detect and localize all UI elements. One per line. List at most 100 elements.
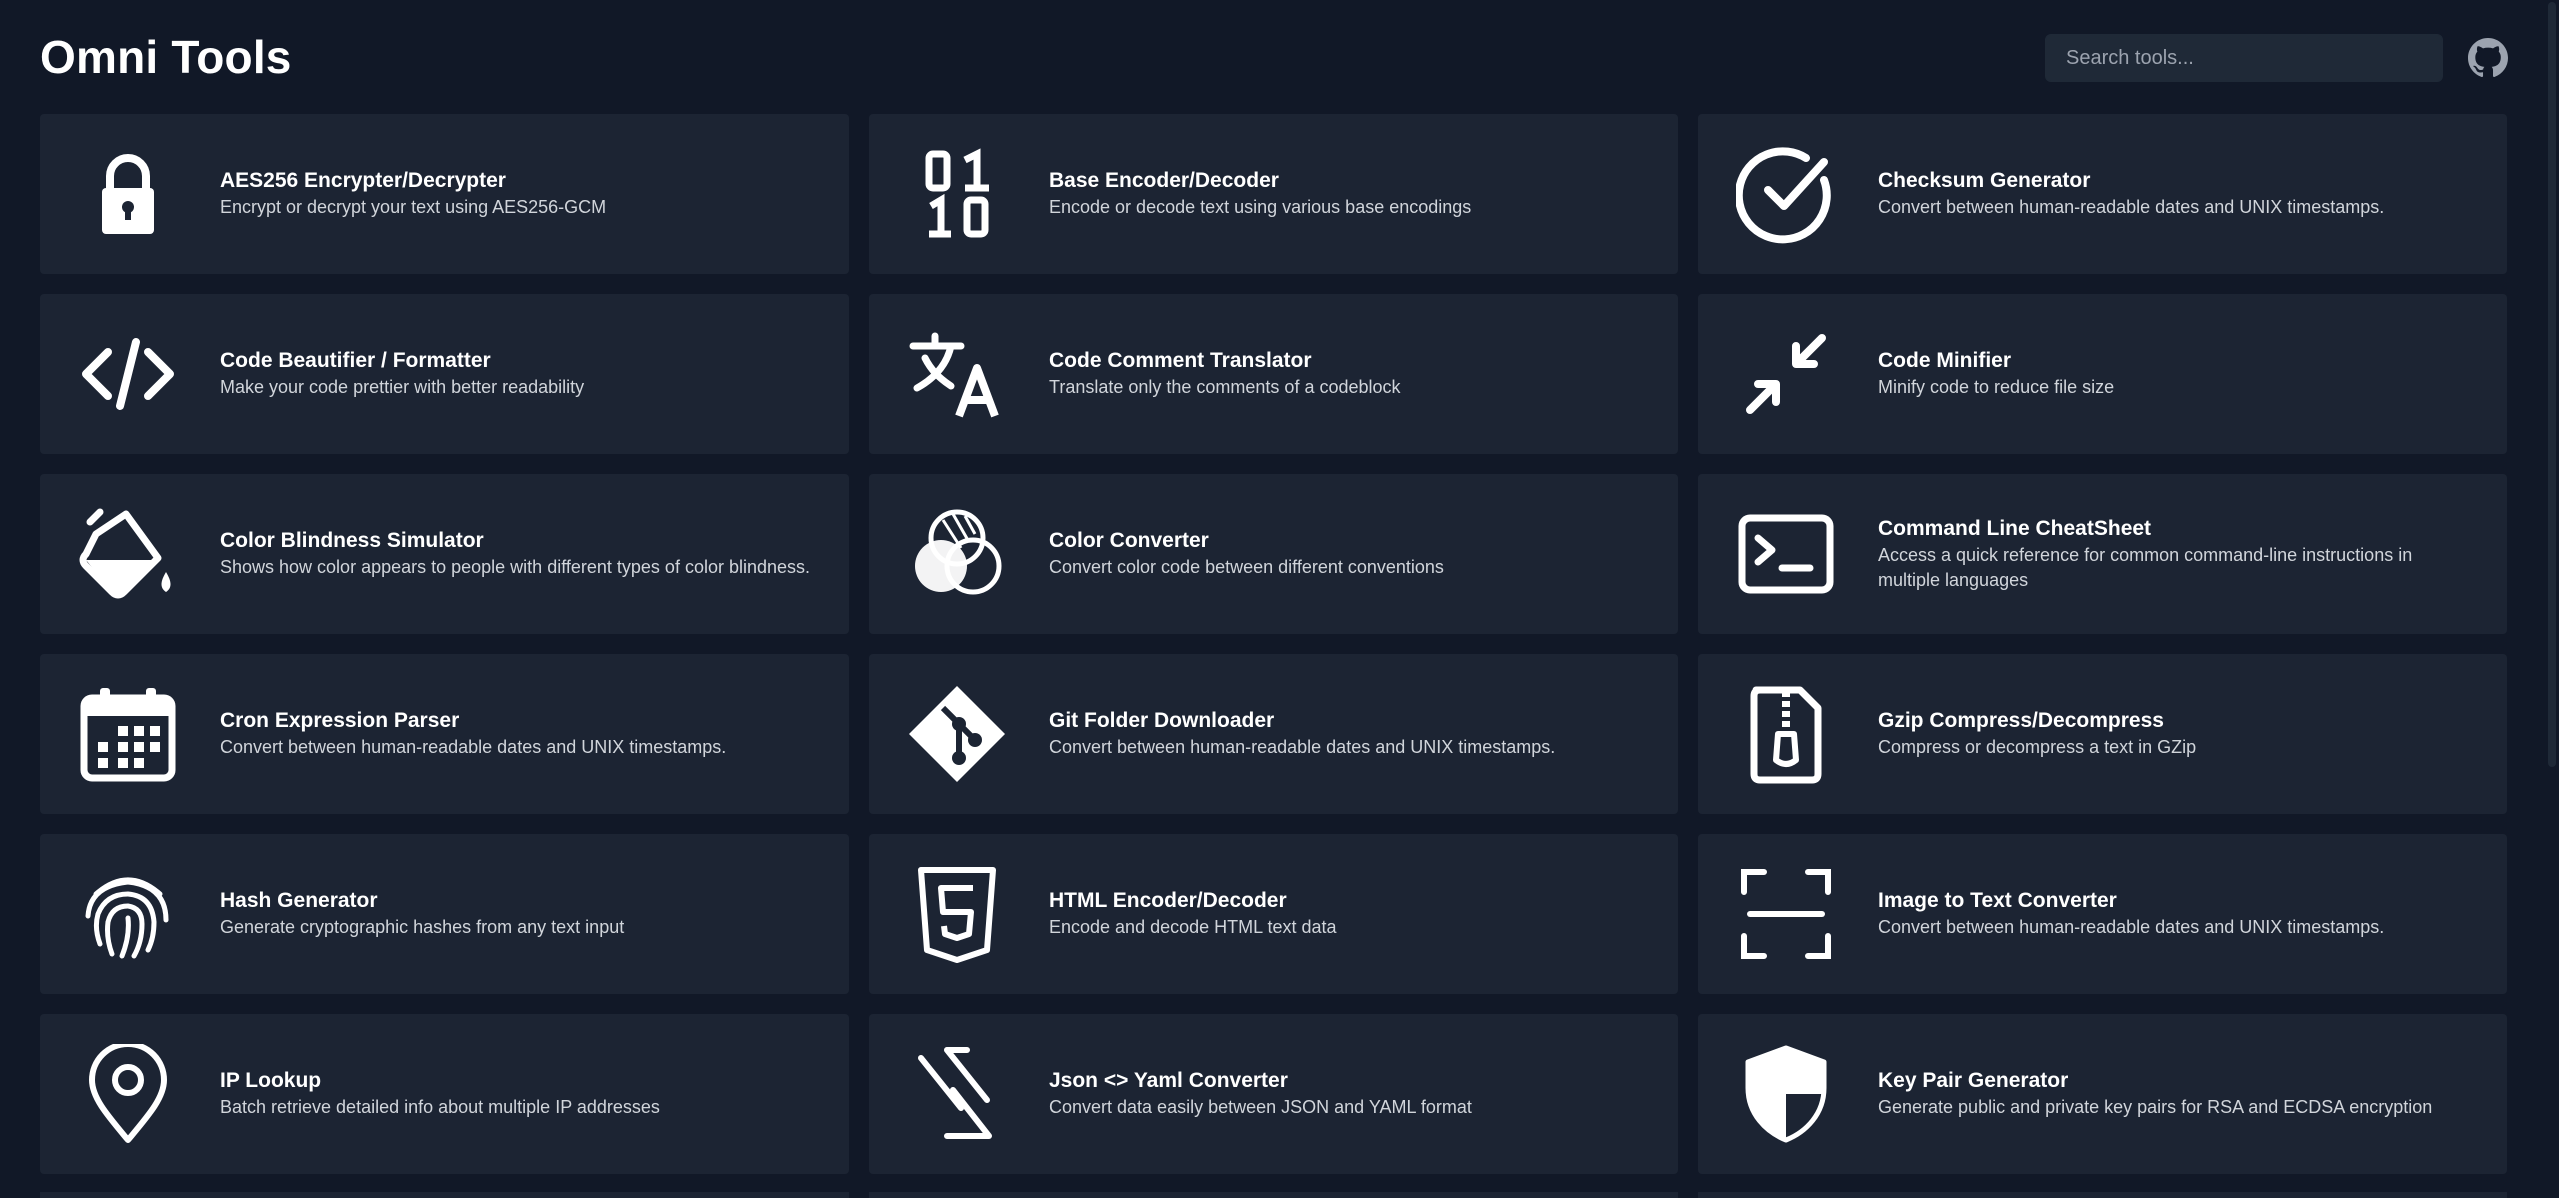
tool-card-text: HTML Encoder/Decoder Encode and decode HT…: [1049, 834, 1648, 994]
tool-card-text: Color Blindness Simulator Shows how color…: [220, 474, 819, 634]
binary-icon: [907, 144, 1007, 244]
color-circles-icon: [907, 504, 1007, 604]
tool-name: Gzip Compress/Decompress: [1878, 709, 2164, 732]
tool-card[interactable]: Color Converter Convert color code betwee…: [869, 474, 1678, 634]
tool-name: Base Encoder/Decoder: [1049, 169, 1279, 192]
next-row-card-edge: [1698, 1192, 2507, 1198]
paint-bucket-icon: [78, 504, 178, 604]
tool-description: Convert data easily between JSON and YAM…: [1049, 1097, 1472, 1117]
tool-name: Git Folder Downloader: [1049, 709, 1275, 732]
lock-icon: [78, 144, 178, 244]
tool-card[interactable]: Color Blindness Simulator Shows how color…: [40, 474, 849, 634]
tool-name: Key Pair Generator: [1878, 1069, 2069, 1092]
tool-card-text: AES256 Encrypter/Decrypter Encrypt or dec…: [220, 114, 819, 274]
tool-card[interactable]: Key Pair Generator Generate public and pr…: [1698, 1014, 2507, 1174]
check-circle-icon: [1736, 144, 1836, 244]
scrollbar-thumb[interactable]: [2548, 2, 2556, 767]
tool-card[interactable]: Command Line CheatSheet Access a quick re…: [1698, 474, 2507, 634]
git-icon: [907, 684, 1007, 784]
tool-name: Cron Expression Parser: [220, 709, 460, 732]
tool-card-text: Hash Generator Generate cryptographic has…: [220, 834, 819, 994]
search-input[interactable]: [2045, 34, 2443, 82]
tool-description: Compress or decompress a text in GZip: [1878, 737, 2197, 757]
tool-card-text: Code Beautifier / Formatter Make your cod…: [220, 294, 819, 454]
tool-card[interactable]: Hash Generator Generate cryptographic has…: [40, 834, 849, 994]
tool-card[interactable]: AES256 Encrypter/Decrypter Encrypt or dec…: [40, 114, 849, 274]
tool-card-text: IP Lookup Batch retrieve detailed info ab…: [220, 1014, 819, 1174]
tool-name: HTML Encoder/Decoder: [1049, 889, 1287, 912]
tool-card-text: Base Encoder/Decoder Encode or decode tex…: [1049, 114, 1648, 274]
translate-icon: [907, 324, 1007, 424]
tool-description: Encrypt or decrypt your text using AES25…: [220, 197, 607, 217]
tool-card[interactable]: Git Folder Downloader Convert between hum…: [869, 654, 1678, 814]
tool-name: AES256 Encrypter/Decrypter: [220, 169, 506, 192]
tool-description: Convert between human-readable dates and…: [220, 737, 727, 757]
tool-name: Color Converter: [1049, 529, 1209, 552]
tool-card-text: Json <> Yaml Converter Convert data easil…: [1049, 1014, 1648, 1174]
tool-card[interactable]: Base Encoder/Decoder Encode or decode tex…: [869, 114, 1678, 274]
tool-card[interactable]: Json <> Yaml Converter Convert data easil…: [869, 1014, 1678, 1174]
tool-card[interactable]: Code Beautifier / Formatter Make your cod…: [40, 294, 849, 454]
tool-name: Color Blindness Simulator: [220, 529, 484, 552]
tool-description: Translate only the comments of a codeblo…: [1049, 377, 1401, 397]
tool-description: Minify code to reduce file size: [1878, 377, 2115, 397]
tool-name: Json <> Yaml Converter: [1049, 1069, 1288, 1092]
tool-card[interactable]: HTML Encoder/Decoder Encode and decode HT…: [869, 834, 1678, 994]
header: Omni Tools: [40, 28, 2508, 88]
tool-card-text: Gzip Compress/Decompress Compress or deco…: [1878, 654, 2477, 814]
tool-card-text: Color Converter Convert color code betwee…: [1049, 474, 1648, 634]
tool-card-text: Code Minifier Minify code to reduce file …: [1878, 294, 2477, 454]
location-pin-icon: [78, 1044, 178, 1144]
tool-card-text: Checksum Generator Convert between human-…: [1878, 114, 2477, 274]
tool-card[interactable]: Gzip Compress/Decompress Compress or deco…: [1698, 654, 2507, 814]
tool-card[interactable]: Image to Text Converter Convert between h…: [1698, 834, 2507, 994]
tool-card-text: Command Line CheatSheet Access a quick re…: [1878, 474, 2477, 634]
tool-description: Generate public and private key pairs fo…: [1878, 1097, 2433, 1117]
tool-description: Batch retrieve detailed info about multi…: [220, 1097, 660, 1117]
tool-card-text: Image to Text Converter Convert between h…: [1878, 834, 2477, 994]
tool-card[interactable]: Checksum Generator Convert between human-…: [1698, 114, 2507, 274]
minimize-arrows-icon: [1736, 324, 1836, 424]
tool-description: Make your code prettier with better read…: [220, 377, 585, 397]
tool-description: Generate cryptographic hashes from any t…: [220, 917, 625, 937]
tool-card[interactable]: IP Lookup Batch retrieve detailed info ab…: [40, 1014, 849, 1174]
tool-card-text: Cron Expression Parser Convert between hu…: [220, 654, 819, 814]
tools-grid: AES256 Encrypter/Decrypter Encrypt or dec…: [40, 114, 2507, 1174]
tool-name: Checksum Generator: [1878, 169, 2091, 192]
tool-description: Convert between human-readable dates and…: [1878, 197, 2385, 217]
github-icon[interactable]: [2468, 38, 2508, 78]
tool-name: Code Minifier: [1878, 349, 2012, 372]
tool-card[interactable]: Code Comment Translator Translate only th…: [869, 294, 1678, 454]
tool-description: Shows how color appears to people with d…: [220, 557, 811, 577]
page-title: Omni Tools: [40, 31, 292, 83]
tool-description: Convert between human-readable dates and…: [1878, 917, 2385, 937]
scrollbar[interactable]: [2545, 0, 2559, 1198]
calendar-icon: [78, 684, 178, 784]
tool-name: Hash Generator: [220, 889, 378, 912]
scan-icon: [1736, 864, 1836, 964]
fingerprint-icon: [78, 864, 178, 964]
code-icon: [78, 324, 178, 424]
shield-icon: [1736, 1044, 1836, 1144]
next-row-card-edge: [869, 1192, 1678, 1198]
next-row-card-edge: [40, 1192, 849, 1198]
zip-file-icon: [1736, 684, 1836, 784]
tool-card[interactable]: Code Minifier Minify code to reduce file …: [1698, 294, 2507, 454]
tool-description: Encode and decode HTML text data: [1049, 917, 1337, 937]
tool-card-text: Key Pair Generator Generate public and pr…: [1878, 1014, 2477, 1174]
html5-icon: [907, 864, 1007, 964]
tool-name: Command Line CheatSheet: [1878, 516, 2152, 540]
tool-card-text: Code Comment Translator Translate only th…: [1049, 294, 1648, 454]
tool-description: Convert between human-readable dates and…: [1049, 737, 1556, 757]
tool-card[interactable]: Cron Expression Parser Convert between hu…: [40, 654, 849, 814]
tool-name: Code Beautifier / Formatter: [220, 349, 491, 372]
tool-card-text: Git Folder Downloader Convert between hum…: [1049, 654, 1648, 814]
tool-description: Convert color code between different con…: [1049, 557, 1444, 577]
terminal-icon: [1736, 504, 1836, 604]
tool-name: Code Comment Translator: [1049, 349, 1312, 372]
tool-description: Encode or decode text using various base…: [1049, 197, 1472, 217]
tool-name: Image to Text Converter: [1878, 889, 2117, 912]
tool-description: Access a quick reference for common comm…: [1878, 544, 2413, 590]
json-yaml-icon: [907, 1044, 1007, 1144]
tool-name: IP Lookup: [220, 1069, 322, 1092]
